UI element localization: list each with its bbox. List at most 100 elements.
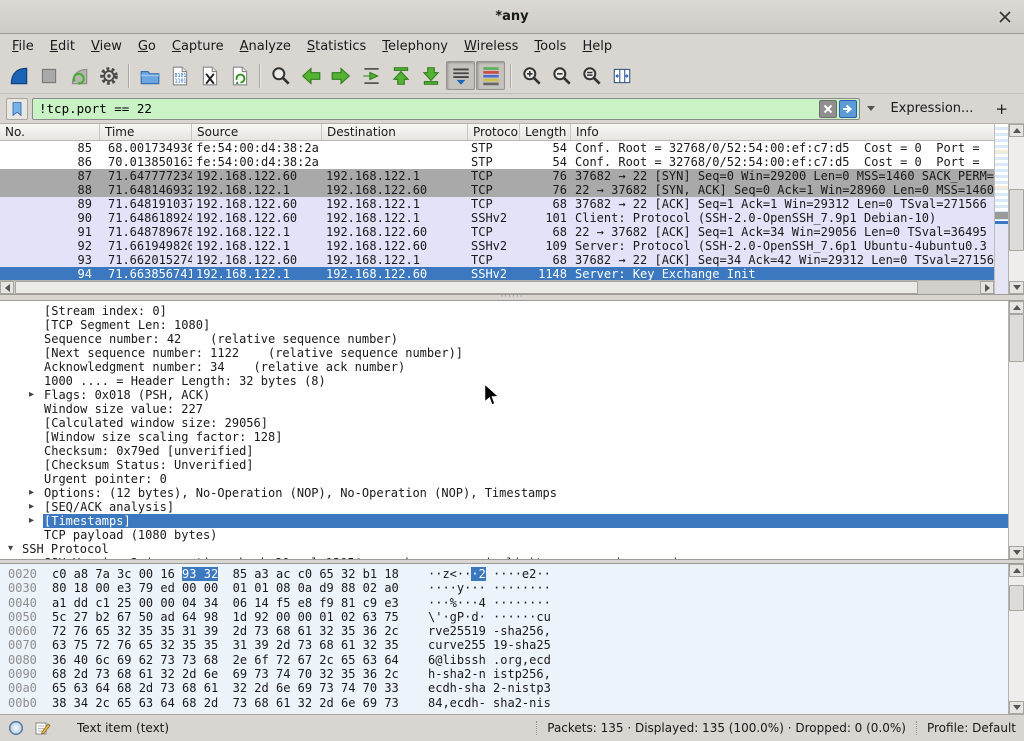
- detail-line[interactable]: Window size value: 227: [0, 402, 1008, 416]
- hex-row[interactable]: 006072 76 65 32 35 35 31 39 2d 73 68 61 …: [8, 624, 1008, 638]
- detail-line[interactable]: [Calculated window size: 29056]: [0, 416, 1008, 430]
- hex-row[interactable]: 00505c 27 b2 67 50 ad 64 98 1d 92 00 00 …: [8, 610, 1008, 624]
- packet-row-91[interactable]: 9171.648789678192.168.122.1192.168.122.6…: [0, 225, 994, 239]
- profile-button[interactable]: Profile: Default: [927, 721, 1016, 735]
- go-first-button[interactable]: [386, 61, 415, 90]
- menu-tools[interactable]: Tools: [526, 36, 574, 57]
- details-vscroll-down-arrow[interactable]: [1009, 546, 1024, 559]
- resize-columns-button[interactable]: [607, 61, 636, 90]
- vscroll-down-arrow[interactable]: [1009, 281, 1024, 294]
- menu-go[interactable]: Go: [130, 36, 164, 57]
- capture-options-button[interactable]: [94, 61, 123, 90]
- menu-edit[interactable]: Edit: [42, 36, 83, 57]
- col-header-info[interactable]: Info: [571, 124, 994, 140]
- start-capture-button[interactable]: [4, 61, 33, 90]
- col-header-length[interactable]: Length: [520, 124, 571, 140]
- detail-line[interactable]: TCP payload (1080 bytes): [0, 528, 1008, 542]
- packet-row-86[interactable]: 8670.013850163fe:54:00:d4:38:2aSTP54Conf…: [0, 155, 994, 169]
- pane-splitter[interactable]: ······: [0, 295, 1024, 300]
- hex-vscroll-down-arrow[interactable]: [1009, 701, 1024, 714]
- detail-line[interactable]: [Stream index: 0]: [0, 304, 1008, 318]
- expert-info-icon[interactable]: [8, 720, 24, 736]
- filter-bookmark-button[interactable]: [6, 98, 28, 120]
- capture-comment-icon[interactable]: [34, 720, 51, 737]
- filter-apply-button[interactable]: [839, 100, 857, 118]
- hex-row[interactable]: 00a065 63 64 68 2d 73 68 61 32 2d 6e 69 …: [8, 681, 1008, 695]
- go-last-button[interactable]: [416, 61, 445, 90]
- menu-statistics[interactable]: Statistics: [299, 36, 374, 57]
- collapse-arrow-icon[interactable]: ▾: [8, 542, 13, 556]
- detail-line[interactable]: [Next sequence number: 1122 (relative se…: [0, 346, 1008, 360]
- go-forward-button[interactable]: [326, 61, 355, 90]
- open-file-button[interactable]: [135, 61, 164, 90]
- detail-line[interactable]: [TCP Segment Len: 1080]: [0, 318, 1008, 332]
- menu-file[interactable]: File: [4, 36, 42, 57]
- hex-row[interactable]: 008036 40 6c 69 62 73 73 68 2e 6f 72 67 …: [8, 653, 1008, 667]
- details-vscroll-thumb[interactable]: [1009, 314, 1024, 362]
- detail-line[interactable]: 1000 .... = Header Length: 32 bytes (8): [0, 374, 1008, 388]
- auto-scroll-toggle[interactable]: [446, 61, 475, 90]
- col-header-protocol[interactable]: Protocol: [468, 124, 520, 140]
- close-file-button[interactable]: [195, 61, 224, 90]
- packet-row-89[interactable]: 8971.648191037192.168.122.60192.168.122.…: [0, 197, 994, 211]
- hscroll-left-arrow[interactable]: [0, 281, 14, 294]
- restart-capture-button[interactable]: [64, 61, 93, 90]
- col-header-destination[interactable]: Destination: [322, 124, 468, 140]
- hex-vscrollbar[interactable]: [1008, 564, 1024, 714]
- detail-line[interactable]: ▸[SEQ/ACK analysis]: [0, 500, 1008, 514]
- detail-line[interactable]: Sequence number: 42 (relative sequence n…: [0, 332, 1008, 346]
- hex-row[interactable]: 00b038 34 2c 65 63 64 68 2d 73 68 61 32 …: [8, 696, 1008, 710]
- details-vscrollbar[interactable]: [1008, 301, 1024, 559]
- expand-arrow-icon[interactable]: ▸: [29, 500, 34, 514]
- window-close-icon[interactable]: [998, 10, 1012, 24]
- hscroll-thumb[interactable]: [15, 281, 918, 294]
- packet-list-hscrollbar[interactable]: [0, 280, 994, 294]
- zoom-in-button[interactable]: [517, 61, 546, 90]
- find-packet-button[interactable]: [266, 61, 295, 90]
- details-vscroll-up-arrow[interactable]: [1009, 301, 1024, 314]
- detail-line[interactable]: Checksum: 0x79ed [unverified]: [0, 444, 1008, 458]
- packet-row-85[interactable]: 8568.001734936fe:54:00:d4:38:2aSTP54Conf…: [0, 141, 994, 155]
- zoom-original-button[interactable]: [577, 61, 606, 90]
- col-header-time[interactable]: Time: [100, 124, 192, 140]
- vscroll-thumb[interactable]: [1009, 189, 1024, 251]
- packet-row-94-selected[interactable]: 9471.663856741192.168.122.1192.168.122.6…: [0, 267, 994, 280]
- colorize-toggle[interactable]: [476, 61, 505, 90]
- go-back-button[interactable]: [296, 61, 325, 90]
- detail-line[interactable]: [Window size scaling factor: 128]: [0, 430, 1008, 444]
- packet-row-93[interactable]: 9371.662015274192.168.122.60192.168.122.…: [0, 253, 994, 267]
- detail-line[interactable]: ▸SSH Version 2 (encryption:chacha20-poly…: [0, 556, 1008, 559]
- hex-row[interactable]: 0040a1 dd c1 25 00 00 04 34 06 14 f5 e8 …: [8, 596, 1008, 610]
- filter-clear-button[interactable]: [819, 100, 837, 118]
- menu-wireless[interactable]: Wireless: [456, 36, 526, 57]
- expand-arrow-icon[interactable]: ▸: [29, 486, 34, 500]
- packet-row-92[interactable]: 9271.661949820192.168.122.1192.168.122.6…: [0, 239, 994, 253]
- go-to-packet-button[interactable]: [356, 61, 385, 90]
- packet-row-88[interactable]: 8871.648146932192.168.122.1192.168.122.6…: [0, 183, 994, 197]
- col-header-source[interactable]: Source: [192, 124, 322, 140]
- packet-list-vscrollbar[interactable]: [1008, 124, 1024, 294]
- packet-list-minimap[interactable]: [994, 124, 1008, 294]
- detail-line[interactable]: ▸Flags: 0x018 (PSH, ACK): [0, 388, 1008, 402]
- reload-file-button[interactable]: [225, 61, 254, 90]
- expression-button[interactable]: Expression...: [882, 101, 981, 116]
- menu-analyze[interactable]: Analyze: [232, 36, 299, 57]
- detail-line[interactable]: ▸Options: (12 bytes), No-Operation (NOP)…: [0, 486, 1008, 500]
- detail-line-ssh-protocol[interactable]: ▾SSH Protocol: [0, 542, 1008, 556]
- menu-telephony[interactable]: Telephony: [374, 36, 456, 57]
- packet-row-87[interactable]: 8771.647777234192.168.122.60192.168.122.…: [0, 169, 994, 183]
- packet-row-90[interactable]: 9071.648618924192.168.122.60192.168.122.…: [0, 211, 994, 225]
- stop-capture-button[interactable]: [34, 61, 63, 90]
- vscroll-track[interactable]: [1009, 137, 1024, 281]
- add-filter-button[interactable]: +: [985, 100, 1018, 118]
- hex-row[interactable]: 007063 75 72 76 65 32 35 35 31 39 2d 73 …: [8, 638, 1008, 652]
- expand-arrow-icon[interactable]: ▸: [29, 514, 34, 528]
- menu-view[interactable]: View: [83, 36, 130, 57]
- hex-vscroll-up-arrow[interactable]: [1009, 564, 1024, 577]
- detail-line-selected-timestamps[interactable]: ▸[Timestamps]: [0, 514, 1008, 528]
- vscroll-up-arrow[interactable]: [1009, 124, 1024, 137]
- hscroll-right-arrow[interactable]: [980, 281, 994, 294]
- detail-line[interactable]: [Checksum Status: Unverified]: [0, 458, 1008, 472]
- hex-row[interactable]: 0020c0 a8 7a 3c 00 16 93 32 85 a3 ac c0 …: [8, 567, 1008, 581]
- hex-row[interactable]: 009068 2d 73 68 61 32 2d 6e 69 73 74 70 …: [8, 667, 1008, 681]
